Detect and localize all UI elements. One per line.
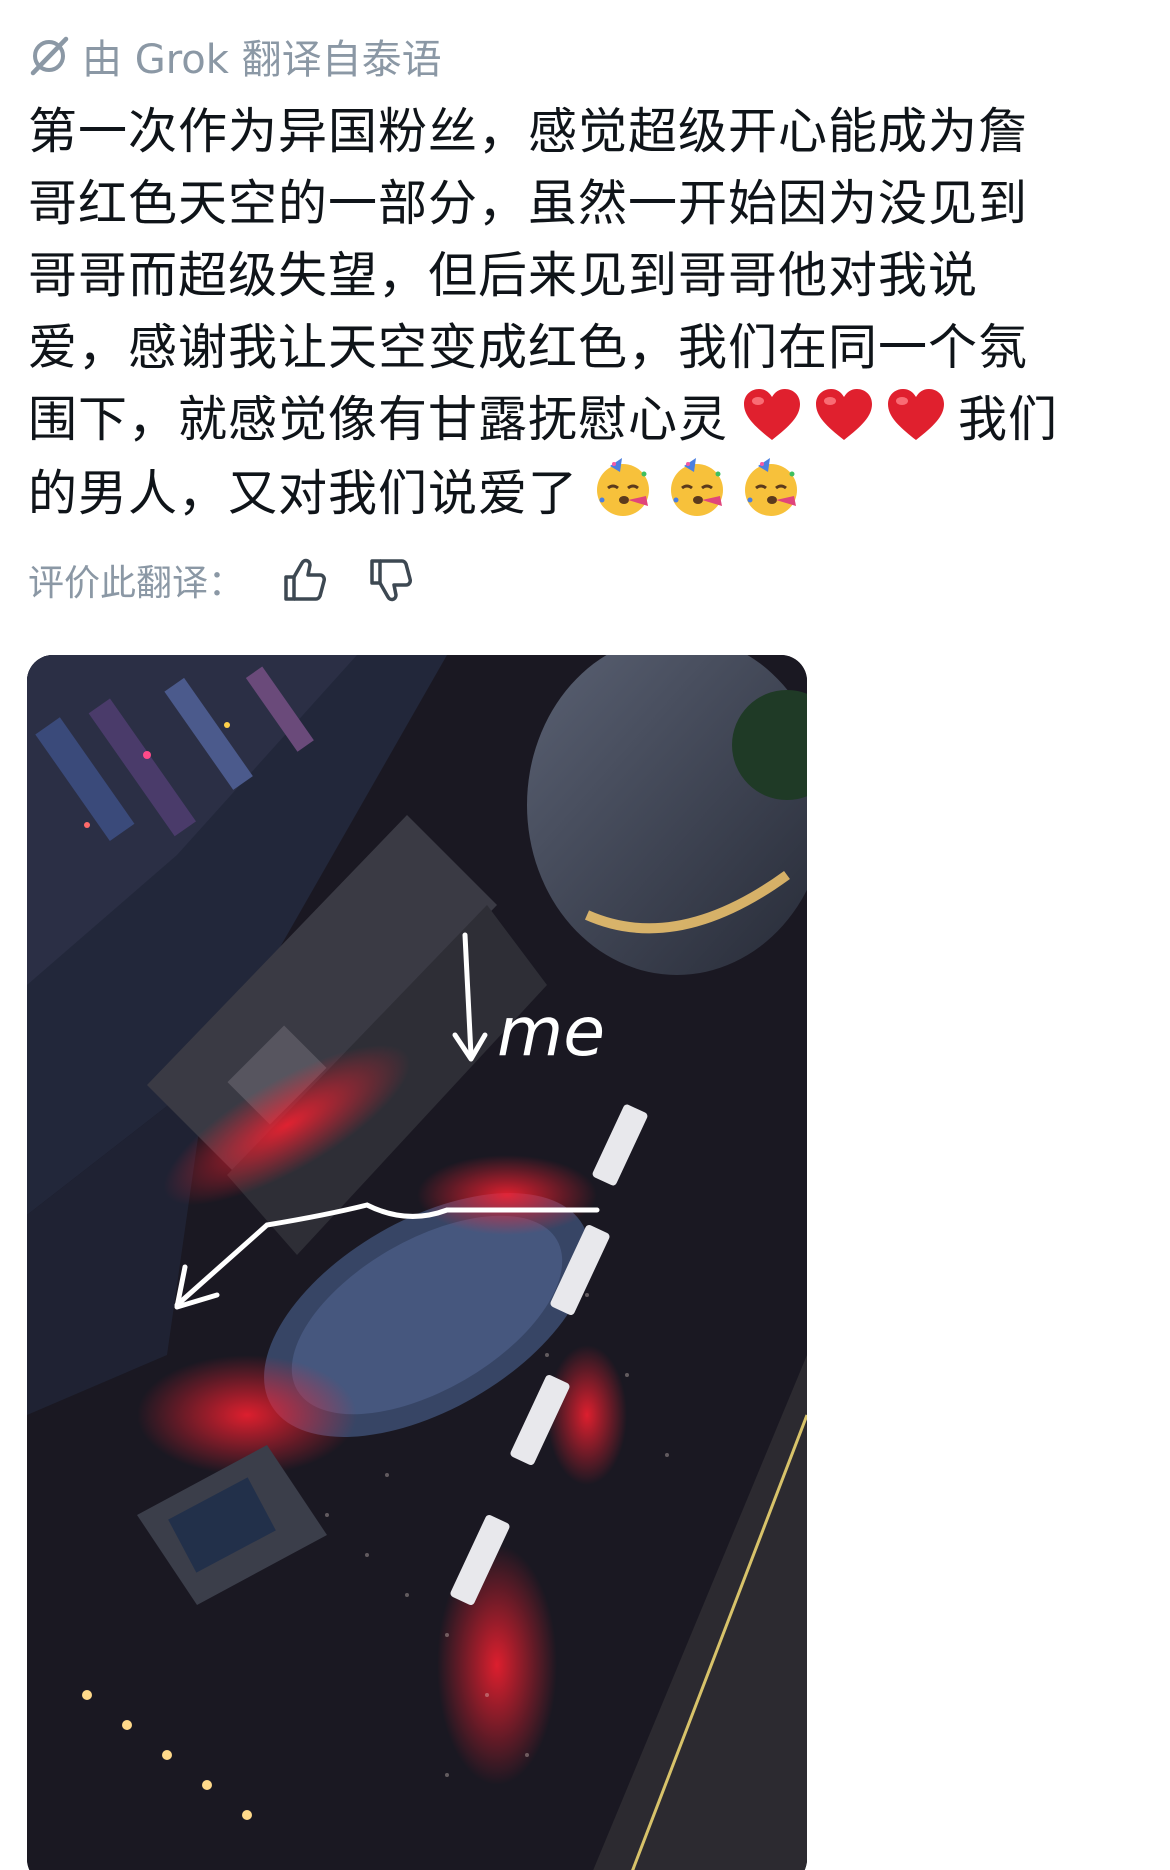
post-line-3: 哥哥而超级失望，但后来见到哥哥他对我说 [28,247,979,304]
heart-emoji [886,388,946,444]
post-photo[interactable]: me [27,655,807,1870]
grok-icon [26,33,72,79]
heart-emoji [742,388,802,444]
post-line-1: 第一次作为异国粉丝，感觉超级开心能成为詹 [28,103,1029,160]
party-face-emoji [592,456,654,518]
thumbs-down-button[interactable] [366,555,416,605]
thumbs-up-button[interactable] [280,555,330,605]
post-line-6-text: 的男人，又对我们说爱了 [28,465,579,522]
translation-header[interactable]: 由 Grok 翻译自泰语 [26,30,442,83]
post-text: 第一次作为异国粉丝，感觉超级开心能成为詹 哥红色天空的一部分，虽然一开始因为没见… [28,96,1148,530]
party-face-emoji [666,456,728,518]
aerial-night-crowd-photo: me [27,655,807,1870]
thumbs-up-icon [284,558,327,601]
party-face-emoji [740,456,802,518]
rate-translation-label: 评价此翻译： [28,563,245,604]
post-line-6: 的男人，又对我们说爱了 [28,456,1148,530]
thumbs-down-icon [370,559,413,602]
post-line-5-text: 围下，就感觉像有甘露抚慰心灵 [28,391,729,448]
post-line-5: 围下，就感觉像有甘露抚慰心灵 我们 [28,384,1148,456]
post-line-2: 哥红色天空的一部分，虽然一开始因为没见到 [28,175,1029,232]
translation-label: 由 Grok 翻译自泰语 [82,37,442,83]
post-line-4: 爱，感谢我让天空变成红色，我们在同一个氛 [28,319,1029,376]
photo-annotation: me [497,993,605,1072]
rate-translation-row: 评价此翻译： [28,550,416,610]
heart-emoji [814,388,874,444]
post-line-5-tail: 我们 [958,391,1059,448]
